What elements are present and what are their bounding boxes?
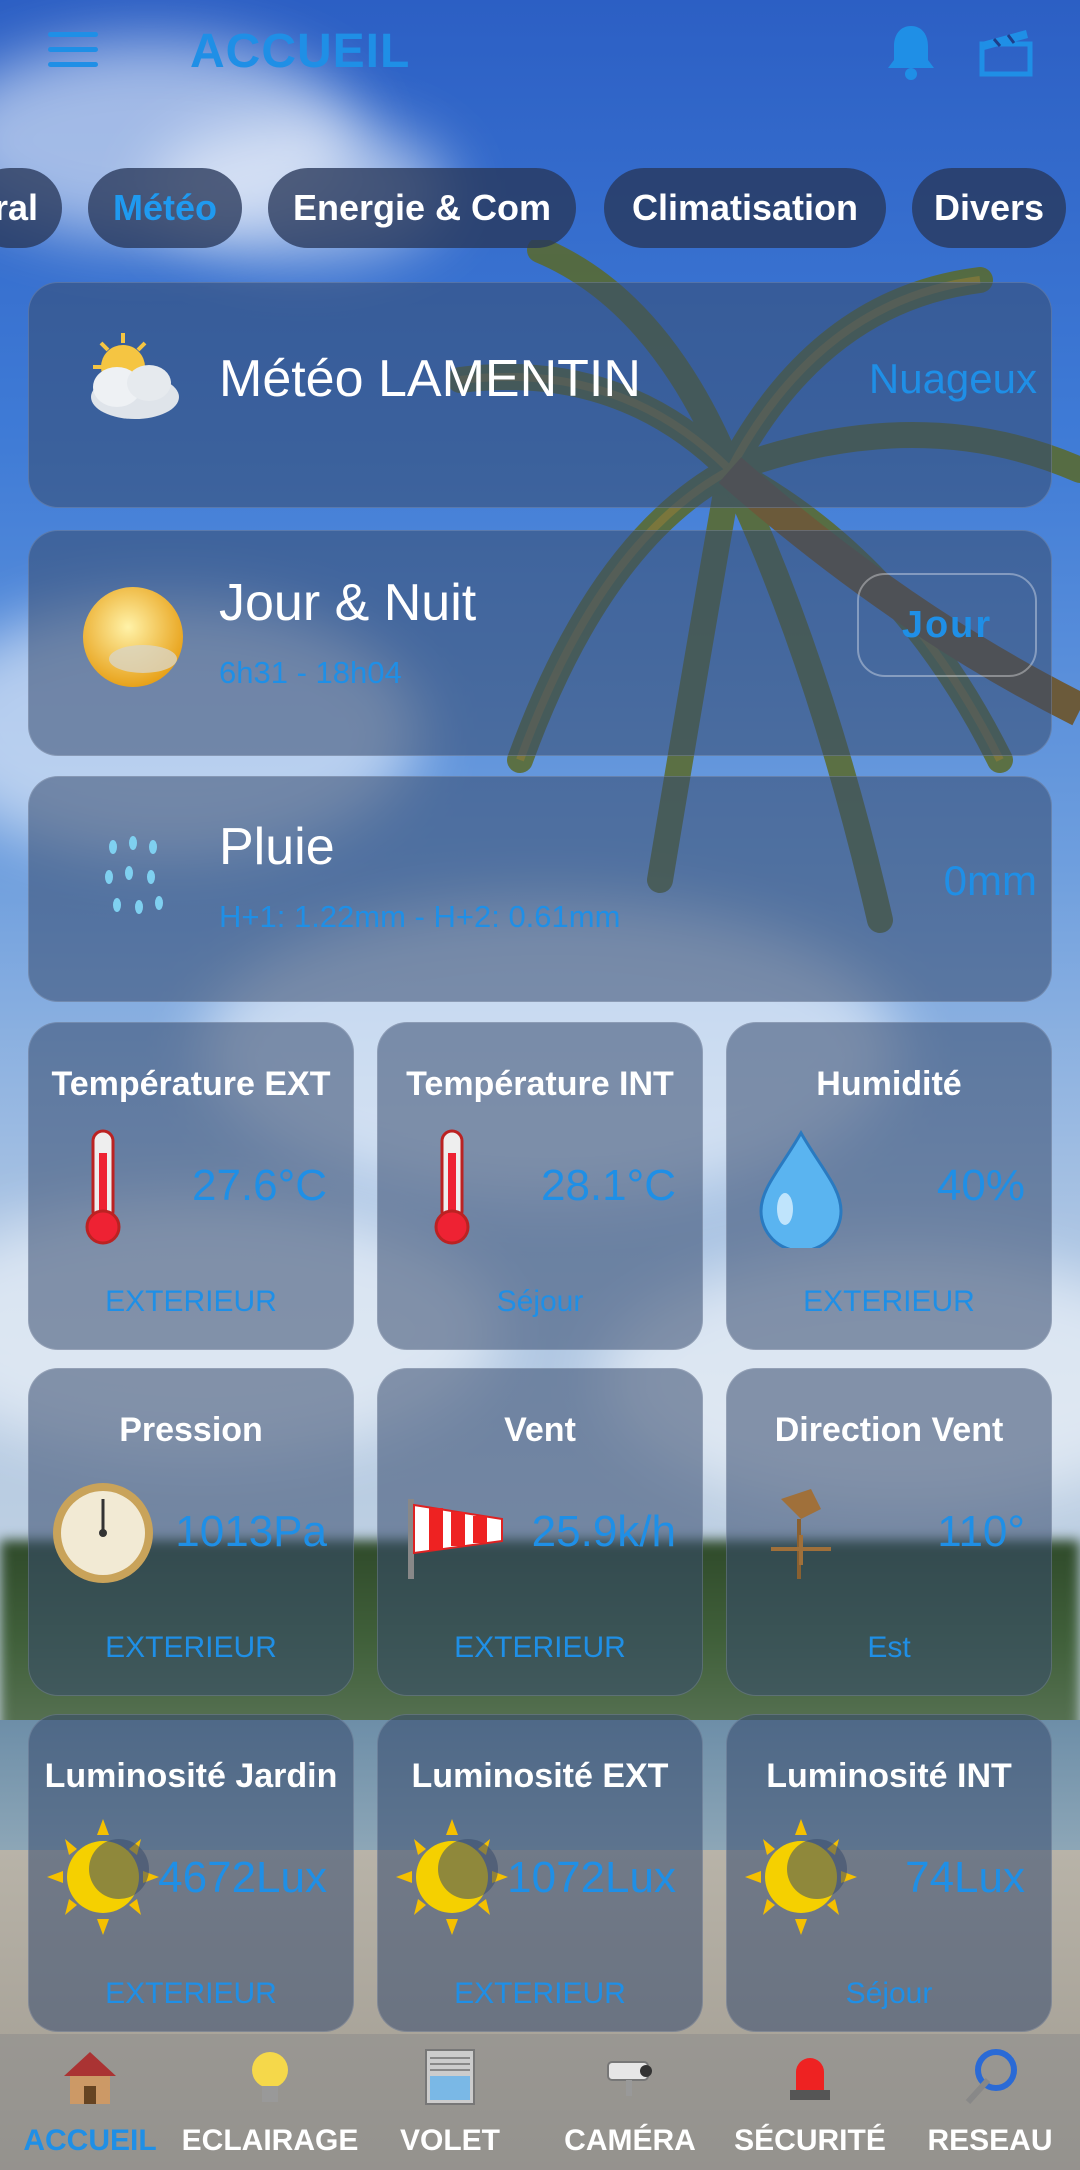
tile-value: 1072Lux — [507, 1853, 676, 1902]
nav-camera[interactable]: CAMÉRA — [540, 2046, 720, 2166]
tile-title: Luminosité INT — [766, 1757, 1012, 1795]
rain-card[interactable]: Pluie H+1: 1.22mm - H+2: 0.61mm 0mm — [28, 776, 1052, 1002]
sun-icon — [83, 587, 183, 687]
clapperboard-icon[interactable] — [978, 26, 1034, 78]
tile-location: Est — [867, 1631, 911, 1664]
tile-value: 1013Pa — [175, 1507, 327, 1556]
tile-title: Pression — [119, 1411, 263, 1449]
page-title: ACCUEIL — [190, 25, 411, 78]
tile-value: 4672Lux — [158, 1853, 327, 1902]
tab-general[interactable]: ral — [0, 168, 62, 248]
tile-location: EXTERIEUR — [454, 1977, 626, 2010]
app-header: ACCUEIL — [0, 0, 1080, 110]
tile-title: Vent — [504, 1411, 576, 1449]
sunrise-sunset-times: 6h31 - 18h04 — [219, 655, 402, 690]
tile-temperature-int[interactable]: Température INT 28.1°C Séjour — [377, 1022, 703, 1350]
tile-title: Luminosité Jardin — [44, 1757, 338, 1795]
tile-title: Humidité — [816, 1065, 962, 1103]
weather-vane-icon — [771, 1489, 831, 1579]
shutter-icon — [425, 2049, 475, 2105]
bell-icon[interactable] — [884, 22, 938, 82]
nav-label: ECLAIRAGE — [181, 2124, 359, 2157]
tile-value: 27.6°C — [191, 1161, 327, 1210]
category-tabs: ral Météo Energie & Com Climatisation Di… — [0, 168, 1080, 250]
tile-temperature-ext[interactable]: Température EXT 27.6°C EXTERIEUR — [28, 1022, 354, 1350]
tab-climatisation[interactable]: Climatisation — [604, 168, 886, 248]
weather-title: Météo LAMENTIN — [219, 350, 641, 408]
nav-label: RESEAU — [927, 2124, 1053, 2157]
day-night-card[interactable]: Jour & Nuit 6h31 - 18h04 Jour — [28, 530, 1052, 756]
tile-location: EXTERIEUR — [105, 1977, 277, 2010]
weather-card[interactable]: Météo LAMENTIN Nuageux — [28, 282, 1052, 508]
tab-divers[interactable]: Divers — [912, 168, 1066, 248]
tile-luminosity-ext[interactable]: Luminosité EXT 1072Lux EXTERIEUR — [377, 1714, 703, 2032]
bottom-navigation: ACCUEIL ECLAIRAGE VOLET CAMÉRA SÉCURITÉ — [0, 2034, 1080, 2170]
nav-eclairage[interactable]: ECLAIRAGE — [180, 2046, 360, 2166]
thermometer-icon — [85, 1129, 121, 1245]
day-night-title: Jour & Nuit — [219, 574, 477, 632]
barometer-icon — [53, 1483, 153, 1583]
tile-title: Température INT — [406, 1065, 674, 1103]
tile-location: Séjour — [845, 1977, 933, 2010]
tile-location: EXTERIEUR — [105, 1631, 277, 1664]
camera-icon — [607, 2061, 652, 2096]
tile-value: 74Lux — [905, 1853, 1025, 1902]
light-bulb-icon — [252, 2052, 288, 2102]
nav-label: ACCUEIL — [23, 2124, 157, 2157]
alarm-icon — [790, 2058, 830, 2100]
windsock-icon — [408, 1499, 503, 1579]
sun-moon-icon — [47, 1819, 159, 1935]
tile-location: EXTERIEUR — [454, 1631, 626, 1664]
tab-energie-com[interactable]: Energie & Com — [268, 168, 576, 248]
hamburger-menu-icon[interactable] — [48, 30, 98, 70]
nav-securite[interactable]: SÉCURITÉ — [720, 2046, 900, 2166]
tile-wind[interactable]: Vent 25.9k/h EXTERIEUR — [377, 1368, 703, 1696]
tile-value: 25.9k/h — [531, 1507, 676, 1556]
tile-title: Direction Vent — [774, 1411, 1004, 1449]
network-icon — [965, 2049, 1017, 2105]
sun-moon-icon — [396, 1819, 508, 1935]
weather-condition: Nuageux — [868, 355, 1037, 402]
nav-volet[interactable]: VOLET — [360, 2046, 540, 2166]
tile-luminosity-garden[interactable]: Luminosité Jardin 4672Lux EXTERIEUR — [28, 1714, 354, 2032]
nav-label: SÉCURITÉ — [734, 2124, 886, 2157]
tile-pressure[interactable]: Pression 1013Pa EXTERIEUR — [28, 1368, 354, 1696]
tile-location: EXTERIEUR — [803, 1285, 975, 1318]
nav-accueil[interactable]: ACCUEIL — [0, 2046, 180, 2166]
tile-luminosity-int[interactable]: Luminosité INT 74Lux Séjour — [726, 1714, 1052, 2032]
tile-location: Séjour — [496, 1285, 584, 1318]
tile-title: Luminosité EXT — [411, 1757, 669, 1795]
nav-label: CAMÉRA — [564, 2124, 696, 2157]
rain-value: 0mm — [943, 857, 1037, 904]
nav-reseau[interactable]: RESEAU — [900, 2046, 1080, 2166]
rain-forecast: H+1: 1.22mm - H+2: 0.61mm — [219, 899, 621, 934]
cloudy-sun-icon — [91, 333, 179, 419]
tab-meteo[interactable]: Météo — [88, 168, 242, 248]
thermometer-icon — [434, 1129, 470, 1245]
nav-label: VOLET — [399, 2124, 500, 2157]
tile-value: 28.1°C — [540, 1161, 676, 1210]
tile-title: Température EXT — [51, 1065, 331, 1103]
tile-wind-direction[interactable]: Direction Vent 110° Est — [726, 1368, 1052, 1696]
rain-title: Pluie — [219, 818, 335, 876]
house-icon — [64, 2052, 116, 2104]
tile-location: EXTERIEUR — [105, 1285, 277, 1318]
tile-value: 110° — [937, 1507, 1025, 1556]
tile-value: 40% — [936, 1161, 1025, 1210]
rain-drops-icon — [105, 836, 163, 914]
tile-humidity[interactable]: Humidité 40% EXTERIEUR — [726, 1022, 1052, 1350]
sun-moon-icon — [745, 1819, 857, 1935]
water-drop-icon — [759, 1129, 843, 1248]
day-night-status-button[interactable]: Jour — [857, 573, 1037, 677]
